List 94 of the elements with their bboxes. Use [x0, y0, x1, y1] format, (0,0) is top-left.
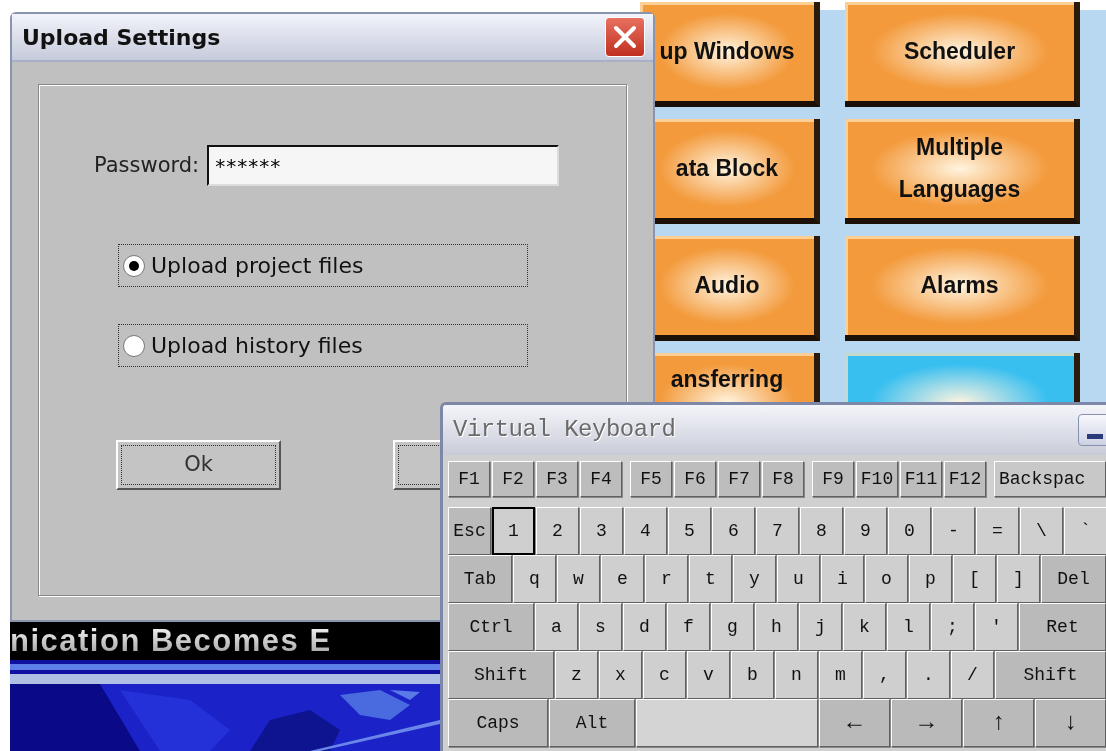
- keyboard-key[interactable]: Shift: [995, 651, 1106, 699]
- minimize-button[interactable]: [1078, 414, 1106, 446]
- keyboard-key[interactable]: 0: [888, 507, 931, 555]
- radio-button[interactable]: [123, 254, 145, 277]
- keyboard-key[interactable]: n: [775, 651, 818, 699]
- keyboard-key[interactable]: s: [579, 603, 622, 651]
- keyboard-key[interactable]: F11: [900, 461, 942, 497]
- keyboard-key[interactable]: x: [599, 651, 642, 699]
- keyboard-key[interactable]: j: [799, 603, 842, 651]
- keyboard-key[interactable]: /: [951, 651, 994, 699]
- close-button[interactable]: [605, 17, 645, 57]
- keyboard-key[interactable]: 8: [800, 507, 843, 555]
- keyboard-key[interactable]: F10: [856, 461, 898, 497]
- password-field[interactable]: ******: [207, 145, 560, 186]
- keyboard-key[interactable]: t: [689, 555, 732, 603]
- keyboard-key[interactable]: 2: [536, 507, 579, 555]
- field-label: Password:: [94, 151, 200, 179]
- radio-button[interactable]: [123, 334, 145, 357]
- keyboard-key[interactable]: ↓: [1035, 699, 1106, 747]
- keyboard-key[interactable]: 9: [844, 507, 887, 555]
- radio-option[interactable]: Upload project files: [118, 244, 528, 287]
- keyboard-key[interactable]: r: [645, 555, 688, 603]
- keyboard-key[interactable]: ;: [931, 603, 974, 651]
- window-title: Upload Settings: [22, 23, 221, 52]
- keyboard-key[interactable]: -: [932, 507, 975, 555]
- keyboard-key[interactable]: [: [953, 555, 996, 603]
- keyboard-key[interactable]: ←: [819, 699, 890, 747]
- option-label: Upload history files: [151, 332, 363, 360]
- keyboard-key[interactable]: Ctrl: [448, 603, 534, 651]
- keyboard-key[interactable]: Backspac: [994, 461, 1106, 497]
- keyboard-key[interactable]: b: [731, 651, 774, 699]
- keyboard-key[interactable]: →: [891, 699, 962, 747]
- close-icon: [613, 25, 637, 49]
- keyboard-key[interactable]: w: [557, 555, 600, 603]
- ok-button[interactable]: Ok: [116, 440, 281, 490]
- keyboard-key[interactable]: F1: [448, 461, 490, 497]
- keyboard-key[interactable]: y: [733, 555, 776, 603]
- window-title: Virtual Keyboard: [453, 415, 676, 445]
- keyboard-key[interactable]: g: [711, 603, 754, 651]
- keyboard-key[interactable]: F9: [812, 461, 854, 497]
- minimize-icon: [1087, 434, 1103, 439]
- keyboard-key[interactable]: 3: [580, 507, 623, 555]
- keyboard-key[interactable]: F12: [944, 461, 986, 497]
- option-label: Upload project files: [151, 252, 364, 280]
- keyboard-key[interactable]: F8: [762, 461, 804, 497]
- keyboard-key[interactable]: m: [819, 651, 862, 699]
- keyboard-key[interactable]: .: [907, 651, 950, 699]
- keyboard-key[interactable]: 4: [624, 507, 667, 555]
- keyboard-key[interactable]: ': [975, 603, 1018, 651]
- keyboard-key[interactable]: ↑: [963, 699, 1034, 747]
- keyboard-key[interactable]: F4: [580, 461, 622, 497]
- keyboard-key[interactable]: a: [535, 603, 578, 651]
- keyboard-key[interactable]: i: [821, 555, 864, 603]
- keyboard-key[interactable]: d: [623, 603, 666, 651]
- keyboard-key[interactable]: =: [976, 507, 1019, 555]
- hmi-button[interactable]: Multiple Languages: [845, 119, 1080, 224]
- keyboard-key[interactable]: Tab: [448, 555, 512, 603]
- keyboard-key[interactable]: Shift: [448, 651, 554, 699]
- keyboard-key[interactable]: h: [755, 603, 798, 651]
- keyboard-key[interactable]: u: [777, 555, 820, 603]
- keyboard-key[interactable]: z: [555, 651, 598, 699]
- keyboard-key[interactable]: F6: [674, 461, 716, 497]
- keyboard-key[interactable]: l: [887, 603, 930, 651]
- hmi-button[interactable]: up Windows: [640, 2, 820, 107]
- keyboard-key[interactable]: Caps: [448, 699, 548, 747]
- space-key[interactable]: [636, 699, 818, 747]
- hmi-button[interactable]: Scheduler: [845, 2, 1080, 107]
- banner-text: nication Becomes E: [10, 622, 440, 660]
- keyboard-key[interactable]: Del: [1041, 555, 1106, 603]
- keyboard-key[interactable]: f: [667, 603, 710, 651]
- keyboard-key[interactable]: k: [843, 603, 886, 651]
- keyboard-key[interactable]: 6: [712, 507, 755, 555]
- keyboard-key[interactable]: Ret: [1019, 603, 1106, 651]
- keyboard-key[interactable]: Esc: [448, 507, 491, 555]
- keyboard-key[interactable]: v: [687, 651, 730, 699]
- keyboard-key[interactable]: c: [643, 651, 686, 699]
- keyboard-key[interactable]: o: [865, 555, 908, 603]
- keyboard-key[interactable]: ,: [863, 651, 906, 699]
- keyboard-key[interactable]: 1: [492, 507, 535, 555]
- keyboard-key[interactable]: 7: [756, 507, 799, 555]
- keyboard-key[interactable]: F7: [718, 461, 760, 497]
- keyboard-key[interactable]: `: [1064, 507, 1106, 555]
- keyboard-key[interactable]: F2: [492, 461, 534, 497]
- keyboard-key[interactable]: F5: [630, 461, 672, 497]
- radio-option[interactable]: Upload history files: [118, 324, 528, 367]
- keyboard-key[interactable]: p: [909, 555, 952, 603]
- keyboard-key[interactable]: Alt: [549, 699, 635, 747]
- keyboard-key[interactable]: F3: [536, 461, 578, 497]
- keyboard-key[interactable]: e: [601, 555, 644, 603]
- keyboard-key[interactable]: ]: [997, 555, 1040, 603]
- keyboard-key[interactable]: q: [513, 555, 556, 603]
- keyboard-key[interactable]: \: [1020, 507, 1063, 555]
- hmi-button[interactable]: Alarms: [845, 236, 1080, 341]
- keyboard-key[interactable]: 5: [668, 507, 711, 555]
